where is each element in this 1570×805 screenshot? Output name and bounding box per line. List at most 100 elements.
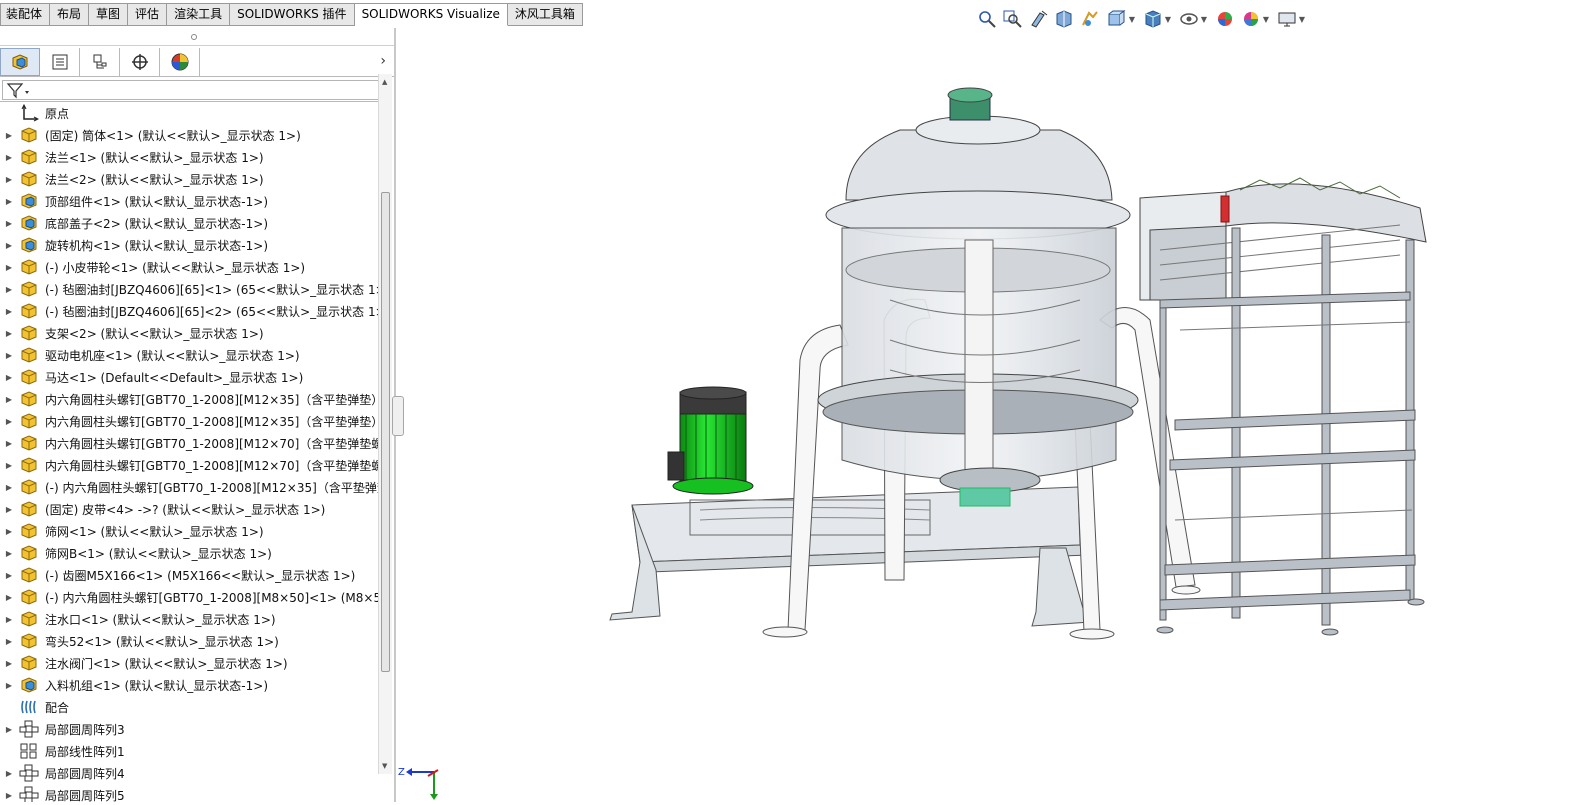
tree-item[interactable]: ▶ (固定) 皮带<4> ->? (默认<<默认>_显示状态 1>): [0, 498, 378, 520]
tank-body[interactable]: [817, 87, 1139, 507]
tree-filter-input[interactable]: [2, 80, 388, 100]
tree-item[interactable]: ▶ (-) 内六角圆柱头螺钉[GBT70_1-2008][M8×50]<1> (M…: [0, 586, 378, 608]
displaymanager-icon[interactable]: [160, 48, 200, 76]
section-view-icon[interactable]: [1054, 9, 1076, 29]
tree-item[interactable]: 原点: [0, 102, 378, 124]
expand-arrow-icon[interactable]: ▶: [0, 241, 18, 250]
expand-arrow-icon[interactable]: ▶: [0, 791, 18, 800]
tab-7[interactable]: 沐风工具箱: [507, 3, 583, 26]
apply-scene-icon[interactable]: [1240, 9, 1262, 29]
tree-item[interactable]: ▶ 注水阀门<1> (默认<<默认>_显示状态 1>): [0, 652, 378, 674]
expand-arrow-icon[interactable]: ▶: [0, 285, 18, 294]
expand-arrow-icon[interactable]: ▶: [0, 637, 18, 646]
expand-arrow-icon[interactable]: ▶: [0, 175, 18, 184]
dropdown-arrow-icon[interactable]: ▼: [1164, 9, 1172, 29]
tab-1[interactable]: 布局: [50, 3, 90, 26]
tab-2[interactable]: 草图: [89, 3, 129, 26]
edit-appearance-icon[interactable]: [1214, 9, 1236, 29]
tree-item[interactable]: ▶ 驱动电机座<1> (默认<<默认>_显示状态 1>): [0, 344, 378, 366]
previous-view-icon[interactable]: [1028, 9, 1050, 29]
scroll-up-icon[interactable]: ▲: [382, 78, 387, 86]
dimxpert-icon[interactable]: [120, 48, 160, 76]
graphics-area[interactable]: [397, 28, 1570, 802]
expand-arrow-icon[interactable]: ▶: [0, 681, 18, 690]
tree-item[interactable]: 配合: [0, 696, 378, 718]
expand-arrow-icon[interactable]: ▶: [0, 307, 18, 316]
expand-arrow-icon[interactable]: ▶: [0, 505, 18, 514]
dropdown-arrow-icon[interactable]: ▼: [1128, 9, 1136, 29]
tab-5[interactable]: SOLIDWORKS 插件: [230, 3, 355, 26]
tab-6[interactable]: SOLIDWORKS Visualize: [354, 3, 508, 26]
base-frame[interactable]: [609, 486, 1091, 627]
expand-arrow-icon[interactable]: ▶: [0, 483, 18, 492]
expand-arrow-icon[interactable]: ▶: [0, 351, 18, 360]
tree-item[interactable]: ▶ (-) 齿圈M5X166<1> (M5X166<<默认>_显示状态 1>): [0, 564, 378, 586]
expand-arrow-icon[interactable]: ▶: [0, 153, 18, 162]
tree-item[interactable]: ▶ 局部圆周阵列5: [0, 784, 378, 802]
tree-item[interactable]: ▶ 顶部组件<1> (默认<默认_显示状态-1>): [0, 190, 378, 212]
dropdown-arrow-icon[interactable]: ▼: [1200, 9, 1208, 29]
tree-item[interactable]: ▶ (-) 小皮带轮<1> (默认<<默认>_显示状态 1>): [0, 256, 378, 278]
expand-arrow-icon[interactable]: ▶: [0, 571, 18, 580]
tree-item[interactable]: ▶ 内六角圆柱头螺钉[GBT70_1-2008][M12×70]（含平垫弹垫螺: [0, 432, 378, 454]
tree-item[interactable]: ▶ (固定) 筒体<1> (默认<<默认>_显示状态 1>): [0, 124, 378, 146]
hide-show-items-icon[interactable]: [1178, 9, 1200, 29]
tree-item[interactable]: ▶ 局部圆周阵列3: [0, 718, 378, 740]
expand-arrow-icon[interactable]: ▶: [0, 329, 18, 338]
tree-item[interactable]: ▶ 内六角圆柱头螺钉[GBT70_1-2008][M12×35]（含平垫弹垫）: [0, 388, 378, 410]
tree-item[interactable]: ▶ 马达<1> (Default<<Default>_显示状态 1>): [0, 366, 378, 388]
drive-motor[interactable]: [667, 386, 754, 495]
tree-item[interactable]: ▶ 注水口<1> (默认<<默认>_显示状态 1>): [0, 608, 378, 630]
tree-item[interactable]: ▶ 法兰<2> (默认<<默认>_显示状态 1>): [0, 168, 378, 190]
expand-arrow-icon[interactable]: ▶: [0, 549, 18, 558]
tree-item[interactable]: ▶ 支架<2> (默认<<默认>_显示状态 1>): [0, 322, 378, 344]
expand-arrow-icon[interactable]: ▶: [0, 197, 18, 206]
tree-item[interactable]: ▶ 内六角圆柱头螺钉[GBT70_1-2008][M12×35]（含平垫弹垫）: [0, 410, 378, 432]
tree-item[interactable]: ▶ 旋转机构<1> (默认<默认_显示状态-1>): [0, 234, 378, 256]
feeder-conveyor[interactable]: [1139, 177, 1427, 301]
dropdown-arrow-icon[interactable]: ▼: [1262, 9, 1270, 29]
tree-item[interactable]: ▶ 底部盖子<2> (默认<默认_显示状态-1>): [0, 212, 378, 234]
configurationmanager-icon[interactable]: [80, 48, 120, 76]
zoom-to-fit-icon[interactable]: [976, 9, 998, 29]
tree-item[interactable]: ▶ 弯头52<1> (默认<<默认>_显示状态 1>): [0, 630, 378, 652]
tree-item[interactable]: ▶ 筛网B<1> (默认<<默认>_显示状态 1>): [0, 542, 378, 564]
tree-item[interactable]: ▶ 内六角圆柱头螺钉[GBT70_1-2008][M12×70]（含平垫弹垫螺: [0, 454, 378, 476]
tree-item[interactable]: ▶ (-) 毡圈油封[JBZQ4606][65]<2> (65<<默认>_显示状态…: [0, 300, 378, 322]
tab-3[interactable]: 评估: [128, 3, 168, 26]
dropdown-arrow-icon[interactable]: ▼: [1298, 9, 1306, 29]
chevron-right-icon[interactable]: ›: [380, 53, 386, 69]
tab-0[interactable]: 装配体: [0, 3, 51, 26]
tree-item[interactable]: ▶ (-) 内六角圆柱头螺钉[GBT70_1-2008][M12×35]（含平垫弹…: [0, 476, 378, 498]
splitter-grip-icon[interactable]: [191, 34, 197, 40]
tab-4[interactable]: 渲染工具: [167, 3, 231, 26]
featuremanager-icon[interactable]: [0, 48, 40, 76]
expand-arrow-icon[interactable]: ▶: [0, 439, 18, 448]
expand-arrow-icon[interactable]: ▶: [0, 769, 18, 778]
tree-item[interactable]: ▶ 入料机组<1> (默认<默认_显示状态-1>): [0, 674, 378, 696]
tree-item[interactable]: ▶ 筛网<1> (默认<<默认>_显示状态 1>): [0, 520, 378, 542]
zoom-to-area-icon[interactable]: [1002, 9, 1024, 29]
expand-arrow-icon[interactable]: ▶: [0, 725, 18, 734]
tree-item[interactable]: ▶ 法兰<1> (默认<<默认>_显示状态 1>): [0, 146, 378, 168]
expand-arrow-icon[interactable]: ▶: [0, 417, 18, 426]
tree-scrollbar[interactable]: ▲ ▼: [378, 74, 392, 774]
view-orientation-icon[interactable]: [1106, 9, 1128, 29]
display-style-icon[interactable]: [1142, 9, 1164, 29]
expand-arrow-icon[interactable]: ▶: [0, 593, 18, 602]
expand-arrow-icon[interactable]: ▶: [0, 615, 18, 624]
dynamic-annotation-icon[interactable]: [1080, 9, 1102, 29]
expand-arrow-icon[interactable]: ▶: [0, 395, 18, 404]
expand-arrow-icon[interactable]: ▶: [0, 373, 18, 382]
expand-arrow-icon[interactable]: ▶: [0, 527, 18, 536]
filter-icon[interactable]: [6, 82, 34, 100]
expand-arrow-icon[interactable]: ▶: [0, 219, 18, 228]
tree-item[interactable]: 局部线性阵列1: [0, 740, 378, 762]
expand-arrow-icon[interactable]: ▶: [0, 659, 18, 668]
expand-arrow-icon[interactable]: ▶: [0, 131, 18, 140]
tree-item[interactable]: ▶ 局部圆周阵列4: [0, 762, 378, 784]
scroll-down-icon[interactable]: ▼: [382, 762, 387, 770]
panel-splitter[interactable]: [0, 28, 394, 46]
propertymanager-icon[interactable]: [40, 48, 80, 76]
expand-arrow-icon[interactable]: ▶: [0, 461, 18, 470]
